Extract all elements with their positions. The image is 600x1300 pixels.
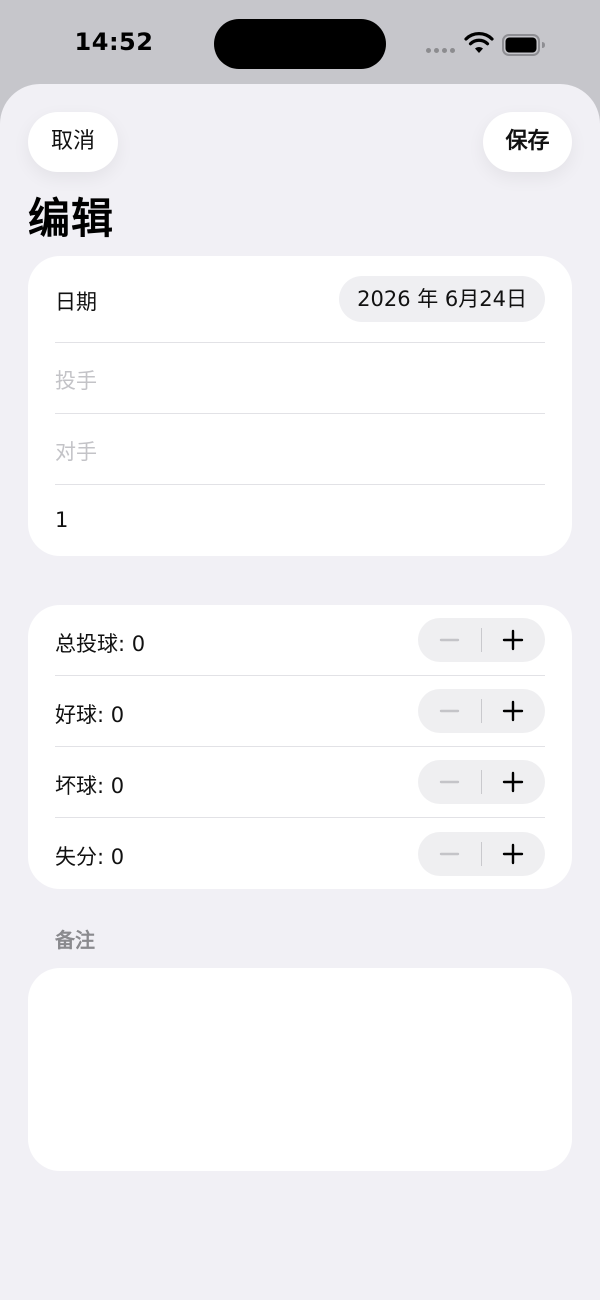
status-bar: 14:52	[0, 0, 600, 84]
opponent-field[interactable]: 对手	[55, 414, 545, 484]
edit-sheet: 取消 保存 编辑 日期 2026 年 6月24日 投手 对手 1 总投球: 0	[0, 84, 600, 1300]
counter-label: 失分: 0	[55, 845, 125, 869]
decrement-button[interactable]	[418, 760, 481, 804]
number-field[interactable]: 1	[55, 485, 545, 555]
status-icons	[424, 30, 550, 58]
counter-row-balls: 坏球: 0	[55, 747, 545, 817]
counter-label: 总投球: 0	[55, 632, 146, 656]
minus-icon	[439, 638, 460, 642]
strikes-stepper[interactable]	[418, 689, 545, 733]
balls-stepper[interactable]	[418, 760, 545, 804]
plus-icon	[502, 771, 524, 793]
date-picker[interactable]: 2026 年 6月24日	[339, 276, 545, 322]
increment-button[interactable]	[482, 689, 545, 733]
counters-card: 总投球: 0 好球: 0 坏球: 0 失分: 0	[28, 605, 572, 889]
counter-row-strikes: 好球: 0	[55, 676, 545, 746]
minus-icon	[439, 852, 460, 856]
notes-section-header: 备注	[55, 928, 95, 952]
increment-button[interactable]	[482, 832, 545, 876]
pitcher-field[interactable]: 投手	[55, 343, 545, 413]
pitcher-placeholder: 投手	[55, 369, 97, 393]
counter-label: 坏球: 0	[55, 774, 125, 798]
counter-label: 好球: 0	[55, 703, 125, 727]
battery-icon	[502, 34, 545, 56]
counter-row-runs-allowed: 失分: 0	[55, 818, 545, 888]
save-button[interactable]: 保存	[483, 112, 572, 172]
number-value: 1	[55, 508, 69, 532]
runs-allowed-stepper[interactable]	[418, 832, 545, 876]
plus-icon	[502, 700, 524, 722]
increment-button[interactable]	[482, 760, 545, 804]
decrement-button[interactable]	[418, 689, 481, 733]
counter-row-total-pitches: 总投球: 0	[55, 605, 545, 675]
decrement-button[interactable]	[418, 618, 481, 662]
plus-icon	[502, 629, 524, 651]
minus-icon	[439, 780, 460, 784]
page-title: 编辑	[28, 194, 115, 243]
decrement-button[interactable]	[418, 832, 481, 876]
signal-icon	[426, 48, 455, 53]
total-pitches-stepper[interactable]	[418, 618, 545, 662]
minus-icon	[439, 709, 460, 713]
notes-text-area[interactable]	[28, 968, 572, 1171]
details-card: 日期 2026 年 6月24日 投手 对手 1	[28, 256, 572, 556]
wifi-icon	[464, 32, 494, 53]
status-time: 14:52	[74, 28, 154, 56]
opponent-placeholder: 对手	[55, 440, 97, 464]
date-row: 日期 2026 年 6月24日	[55, 256, 545, 342]
increment-button[interactable]	[482, 618, 545, 662]
plus-icon	[502, 843, 524, 865]
dynamic-island	[214, 19, 386, 69]
date-label: 日期	[55, 290, 97, 314]
cancel-button[interactable]: 取消	[28, 112, 118, 172]
